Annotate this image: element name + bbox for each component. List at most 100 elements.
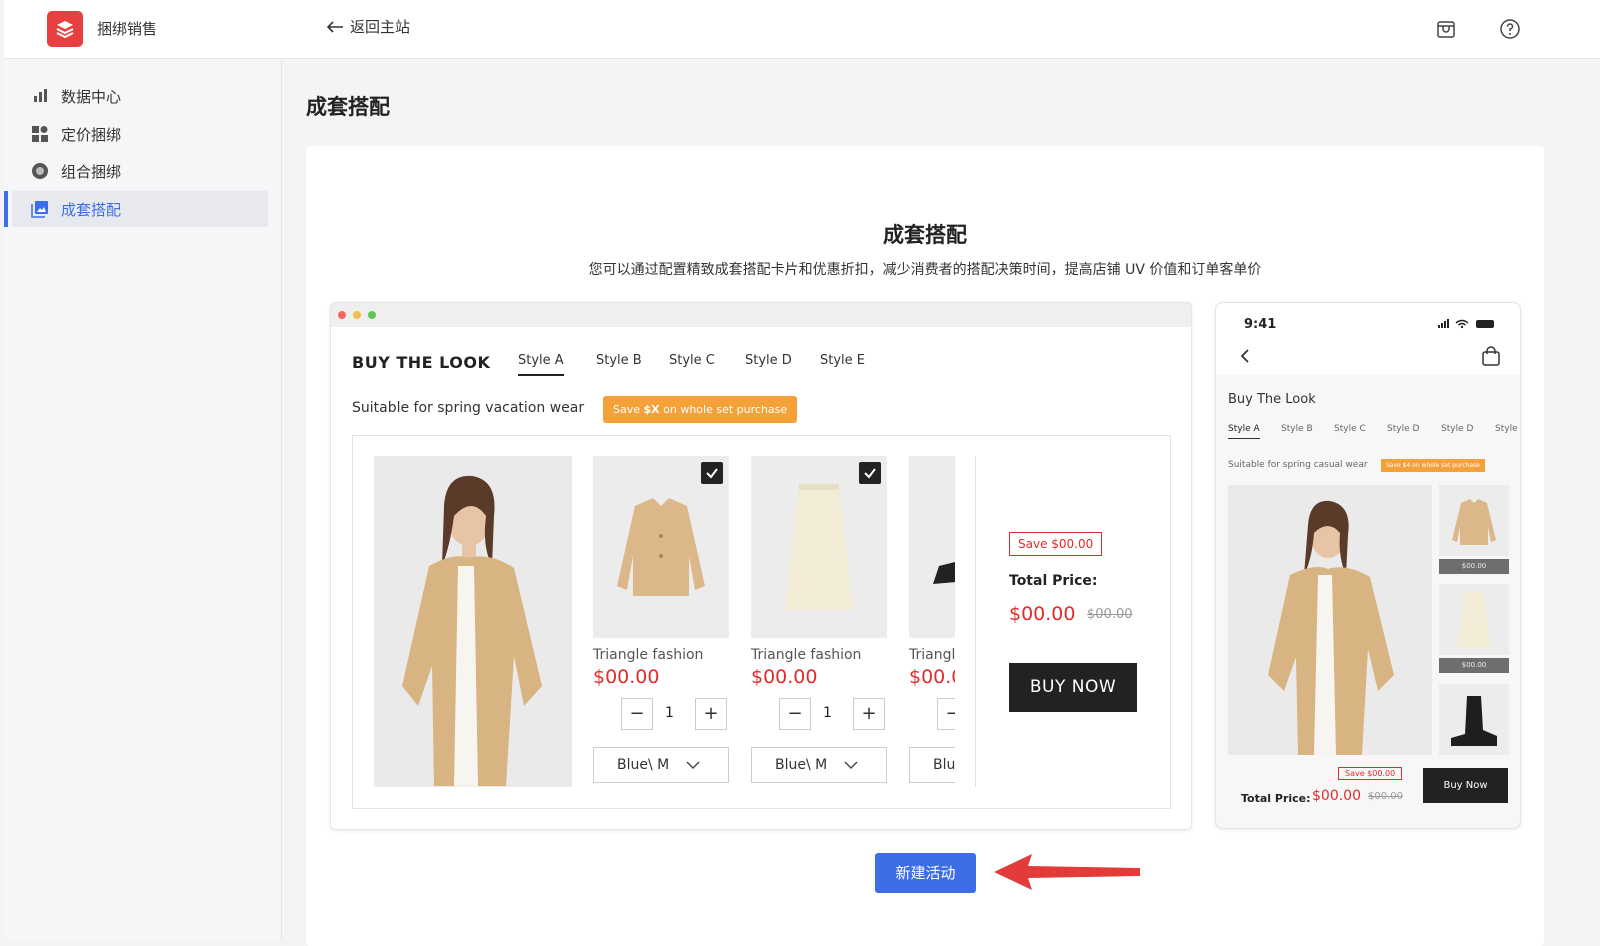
sidebar-item-label: 数据中心 [61, 87, 122, 106]
increase-button[interactable]: + [695, 698, 727, 730]
sidebar-item-outfit[interactable]: 成套搭配 [4, 191, 268, 227]
mobile-tab[interactable]: Style A [1228, 424, 1260, 439]
total-price: $00.00 [1009, 603, 1076, 625]
desktop-preview: BUY THE LOOK Style A Style B Style C Sty… [330, 302, 1192, 830]
total-price-label: Total Price: [1009, 573, 1098, 589]
quantity-stepper: − 1 + [751, 698, 887, 730]
mobile-thumb-price: $00.00 [1439, 559, 1509, 574]
mobile-total-label: Total Price: [1241, 792, 1311, 805]
checkbox-checked-icon[interactable] [859, 462, 881, 484]
page-title: 成套搭配 [306, 95, 390, 119]
product-card[interactable]: Triangle fashion $00.00 − 1 + Blue\ M [751, 456, 887, 783]
sidebar-item-label: 成套搭配 [61, 200, 122, 219]
quantity-stepper: − [909, 698, 955, 730]
decrease-button[interactable]: − [937, 698, 955, 730]
product-name: Triangle fashion [751, 647, 862, 663]
badge-amount: $X [643, 403, 660, 416]
buy-the-look-heading: BUY THE LOOK [352, 353, 491, 372]
mobile-tab[interactable]: Style [1495, 424, 1518, 434]
sidebar-item-price-bundle[interactable]: 定价捆绑 [12, 116, 268, 152]
product-card[interactable]: Triangle $00.0 − Blu [909, 456, 955, 783]
mobile-tab[interactable]: Style D [1387, 424, 1419, 434]
checkbox-checked-icon[interactable] [701, 462, 723, 484]
model-photo [374, 456, 572, 787]
sidebar-item-data-center[interactable]: 数据中心 [12, 78, 268, 114]
mobile-thumb-skirt[interactable] [1439, 584, 1509, 655]
tab-style-a[interactable]: Style A [518, 353, 564, 376]
new-activity-button[interactable]: 新建活动 [875, 853, 976, 893]
tab-style-b[interactable]: Style B [596, 353, 642, 368]
mobile-tab[interactable]: Style B [1281, 424, 1313, 434]
tab-style-c[interactable]: Style C [669, 353, 715, 368]
buy-now-button[interactable]: BUY NOW [1009, 663, 1137, 712]
bar-chart-icon [34, 89, 47, 102]
variant-select[interactable]: Blu [909, 747, 955, 783]
sidebar-item-combo-bundle[interactable]: 组合捆绑 [12, 153, 268, 189]
tab-style-e[interactable]: Style E [820, 353, 865, 368]
app-logo-icon [47, 11, 83, 47]
variant-value: Blue\ M [775, 757, 828, 773]
intro-title: 成套搭配 [883, 223, 967, 247]
help-icon[interactable] [1498, 17, 1522, 41]
variant-select[interactable]: Blue\ M [593, 747, 729, 783]
badge-pre: Save [613, 403, 644, 416]
decrease-button[interactable]: − [621, 698, 653, 730]
chevron-down-icon [844, 761, 858, 769]
mobile-thumb-jacket[interactable] [1439, 485, 1509, 556]
mobile-thumb-boot[interactable] [1439, 684, 1509, 755]
circle-icon [32, 163, 48, 179]
red-arrow-icon [994, 854, 1140, 890]
decrease-button[interactable]: − [779, 698, 811, 730]
mobile-title: Buy The Look [1228, 392, 1316, 407]
save-amount-tag: Save $00.00 [1009, 532, 1103, 556]
tab-style-d[interactable]: Style D [745, 353, 792, 368]
mobile-suit-text: Suitable for spring casual wear [1228, 460, 1368, 470]
total-price-original: $00.00 [1087, 607, 1133, 622]
suit-text: Suitable for spring vacation wear [352, 400, 585, 416]
back-label: 返回主站 [350, 18, 411, 36]
shopping-bag-icon[interactable] [1481, 346, 1501, 366]
increase-button[interactable]: + [853, 698, 885, 730]
app-name: 捆绑销售 [97, 20, 158, 38]
product-price: $00.00 [751, 666, 818, 688]
product-name: Triangle [909, 647, 955, 663]
signal-icon [1438, 319, 1494, 329]
product-price: $00.00 [593, 666, 660, 688]
save-badge: Save $X on whole set purchase [603, 396, 798, 423]
sidebar-item-label: 定价捆绑 [61, 125, 122, 144]
quantity-stepper: − 1 + [593, 698, 729, 730]
mobile-thumb-price: $00.00 [1439, 658, 1509, 673]
variant-select[interactable]: Blue\ M [751, 747, 887, 783]
intro-subtitle: 您可以通过配置精致成套搭配卡片和优惠折扣，减少消费者的搭配决策时间，提高店铺 U… [588, 262, 1262, 278]
product-card-clipped: Triangle $00.0 − Blu [909, 436, 955, 810]
product-name: Triangle fashion [593, 647, 704, 663]
quantity-value: 1 [665, 705, 674, 721]
product-image [909, 456, 955, 638]
mobile-buy-now-button[interactable]: Buy Now [1423, 768, 1508, 803]
back-chevron-icon[interactable] [1240, 348, 1250, 364]
mobile-preview: 9:41 Buy The Look Style A Style B Style … [1215, 302, 1521, 829]
back-to-main-link[interactable]: 返回主站 [326, 16, 410, 37]
product-image [751, 456, 887, 638]
variant-value: Blue\ M [617, 757, 670, 773]
arrow-left-icon [326, 20, 343, 33]
look-panel: Triangle fashion $00.00 − 1 + Blue\ M Tr… [352, 435, 1171, 809]
mobile-total-price: $00.00 [1312, 788, 1361, 804]
divider [975, 456, 976, 787]
mobile-tab[interactable]: Style C [1334, 424, 1366, 434]
mobile-total-original: $00.00 [1368, 791, 1403, 802]
sidebar-item-label: 组合捆绑 [61, 162, 122, 181]
browser-bar [331, 303, 1191, 327]
window-dot-yellow [353, 311, 361, 319]
intro-card: 成套搭配 您可以通过配置精致成套搭配卡片和优惠折扣，减少消费者的搭配决策时间，提… [306, 146, 1544, 946]
status-time: 9:41 [1244, 317, 1277, 332]
store-icon[interactable] [1434, 17, 1458, 41]
mobile-tab[interactable]: Style D [1441, 424, 1473, 434]
variant-value: Blu [933, 757, 955, 773]
grid-icon [32, 126, 48, 142]
image-icon [31, 201, 48, 218]
mobile-save-tag: Save $00.00 [1338, 767, 1403, 780]
chevron-down-icon [686, 761, 700, 769]
product-card[interactable]: Triangle fashion $00.00 − 1 + Blue\ M [593, 456, 729, 783]
sidebar: 数据中心 定价捆绑 组合捆绑 成套搭配 [4, 59, 282, 941]
